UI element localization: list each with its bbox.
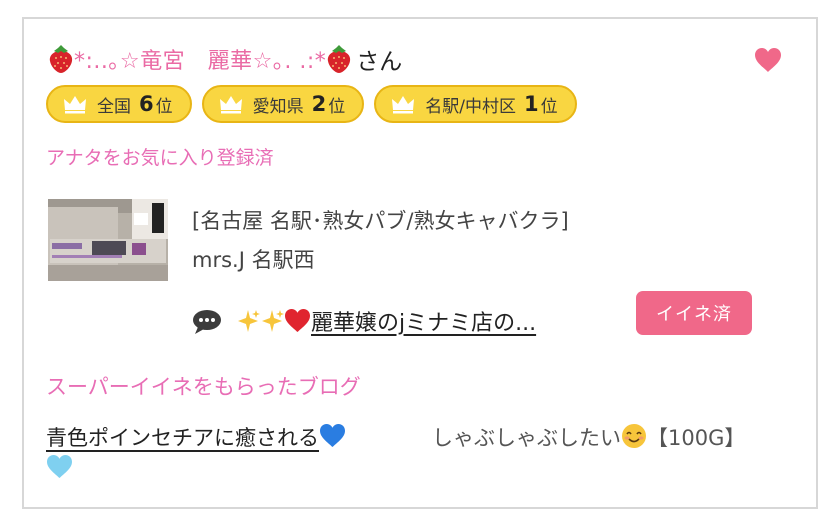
speech-bubble-icon <box>192 309 222 335</box>
rank-region: 愛知県 <box>252 96 304 117</box>
blog-link[interactable]: しゃぶしゃぶしたい 【100G】 <box>432 423 762 454</box>
sparkles-icon <box>238 310 260 332</box>
light-blue-heart-icon <box>47 454 72 479</box>
rank-number: 6 <box>139 92 154 116</box>
rank-badge-area[interactable]: 名駅/中村区 1 位 <box>374 85 577 123</box>
blog-title: しゃぶしゃぶしたい <box>432 426 621 450</box>
smiling-face-icon <box>622 424 646 448</box>
favorite-status: アナタをお気に入り登録済 <box>46 147 274 169</box>
strawberry-icon <box>326 44 352 74</box>
heart-icon[interactable] <box>754 47 782 73</box>
blog-title: 青色ポインセチアに癒される <box>46 426 319 450</box>
shop-category: [名古屋 名駅･熟女パブ/熟女キャバクラ] <box>192 209 569 233</box>
latest-post-title: 麗華嬢のjミナミ店の... <box>311 311 537 336</box>
crown-icon <box>219 96 242 114</box>
rank-number: 1 <box>523 92 539 116</box>
rank-region: 名駅/中村区 <box>425 96 516 117</box>
rank-suffix: 位 <box>155 96 173 117</box>
rank-badge-national[interactable]: 全国 6 位 <box>46 85 192 123</box>
rank-number: 2 <box>311 92 327 116</box>
strawberry-icon <box>48 44 74 74</box>
sparkles-icon <box>262 310 284 332</box>
profile-title: *:..｡☆竜宮 麗華☆｡. .:* さん <box>48 43 402 75</box>
honorific: さん <box>356 49 403 75</box>
super-iine-heading: スーパーイイネをもらったブログ <box>46 375 361 399</box>
rank-badge-prefecture[interactable]: 愛知県 2 位 <box>201 85 365 123</box>
rank-suffix: 位 <box>540 96 558 117</box>
profile-card: *:..｡☆竜宮 麗華☆｡. .:* さん 全国 6 位 愛知県 2 位 名駅/… <box>22 17 818 509</box>
rank-suffix: 位 <box>328 96 346 117</box>
shop-thumbnail[interactable] <box>48 199 168 281</box>
blue-heart-icon <box>320 423 345 448</box>
shop-name[interactable]: mrs.J 名駅西 <box>192 244 315 274</box>
crown-icon <box>64 96 86 114</box>
crown-icon <box>392 96 415 114</box>
iine-button[interactable]: イイネ済 <box>636 291 752 335</box>
blog-title-suffix: 【100G】 <box>647 426 746 450</box>
blog-link[interactable]: 青色ポインセチアに癒される <box>46 423 406 485</box>
rank-region: 全国 <box>97 96 131 117</box>
ranking-badges: 全国 6 位 愛知県 2 位 名駅/中村区 1 位 <box>46 85 577 123</box>
latest-post-link[interactable]: 麗華嬢のjミナミ店の... <box>236 305 536 337</box>
red-heart-icon <box>285 308 310 333</box>
profile-name: *:..｡☆竜宮 麗華☆｡. .:* <box>74 49 327 74</box>
